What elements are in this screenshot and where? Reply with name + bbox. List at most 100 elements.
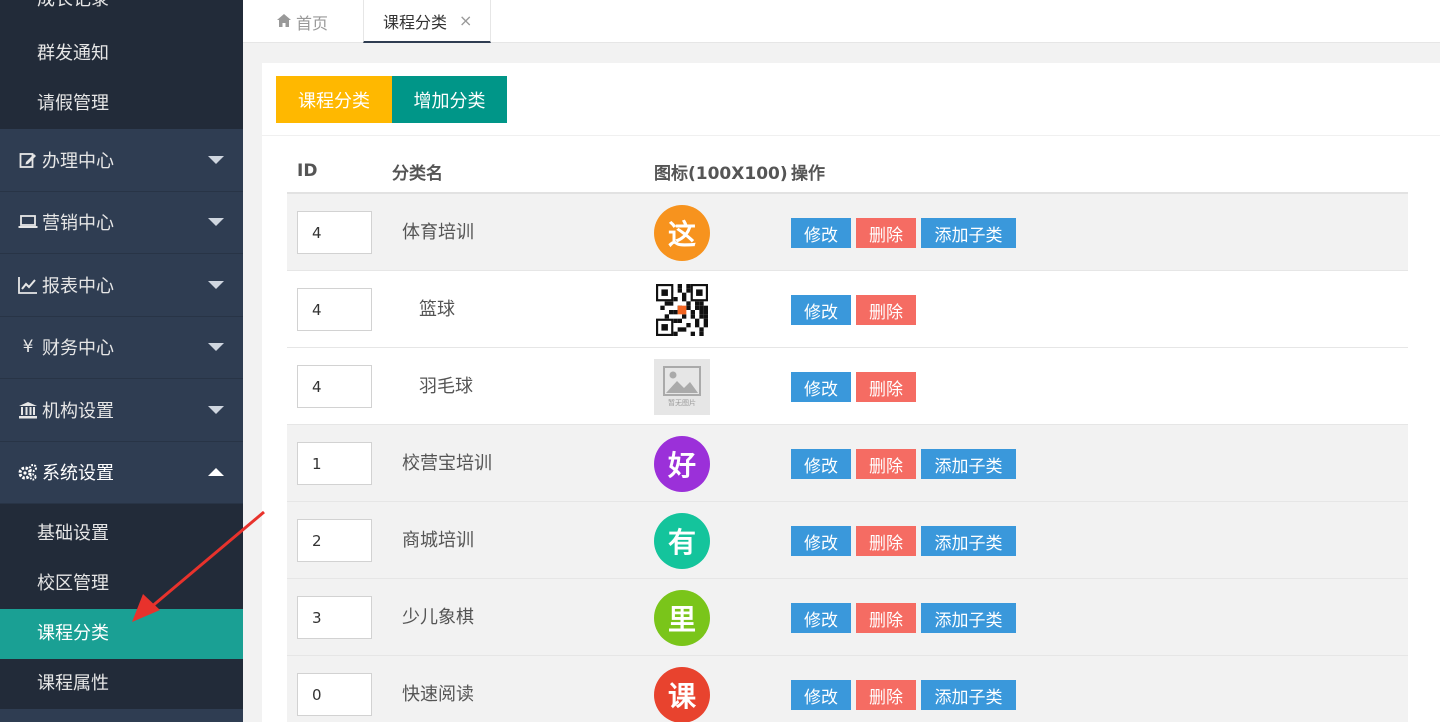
table-row: 校营宝培训 好 修改删除添加子类 xyxy=(287,425,1408,502)
row-actions: 修改 删除 添加子类 xyxy=(791,603,1016,633)
chevron-down-icon xyxy=(208,155,224,164)
tab-label: 首页 xyxy=(296,13,329,33)
category-icon: 有 xyxy=(654,513,710,569)
delete-button[interactable]: 删除 xyxy=(856,449,916,479)
edit-button[interactable]: 修改 xyxy=(791,218,851,248)
category-name: 商城培训 xyxy=(402,530,474,551)
laptop-icon xyxy=(18,214,38,230)
sidebar-menu-label: 报表中心 xyxy=(42,275,114,297)
sidebar-item-label: 基础设置 xyxy=(37,523,109,544)
chevron-up-icon xyxy=(208,468,224,477)
category-name: 羽毛球 xyxy=(419,376,473,397)
category-icon-glyph: 有 xyxy=(667,526,696,559)
sort-id-input[interactable] xyxy=(297,365,372,408)
chevron-down-icon xyxy=(208,280,224,289)
header-id: ID xyxy=(297,161,318,181)
qr-code-icon xyxy=(654,282,710,338)
sidebar-item-group-notice[interactable]: 群发通知 xyxy=(0,29,243,79)
header-operations: 操作 xyxy=(791,163,825,184)
sidebar-item-label: 群发通知 xyxy=(37,43,109,64)
system-settings-submenu: 基础设置 校区管理 课程分类 课程属性 xyxy=(0,504,243,709)
sidebar-menu-marketing[interactable]: 营销中心 xyxy=(0,191,243,254)
sidebar-item-label: 课程属性 xyxy=(37,673,109,694)
sidebar: 成长记录 群发通知 请假管理 办理中心 营销中心 报表中心 ¥ 财务中心 机构设… xyxy=(0,0,243,722)
sidebar-item-course-attributes[interactable]: 课程属性 xyxy=(0,659,243,709)
delete-button[interactable]: 删除 xyxy=(856,526,916,556)
edit-button[interactable]: 修改 xyxy=(791,603,851,633)
row-actions: 修改 删除 xyxy=(791,295,916,325)
add-subcategory-button[interactable]: 添加子类 xyxy=(921,526,1016,556)
edit-button[interactable]: 修改 xyxy=(791,372,851,402)
delete-button[interactable]: 删除 xyxy=(856,680,916,710)
sidebar-menu-organization[interactable]: 机构设置 xyxy=(0,379,243,442)
tab-bar: 首页 课程分类 × xyxy=(243,0,1440,43)
sidebar-menu-label: 营销中心 xyxy=(42,213,114,235)
course-category-button[interactable]: 课程分类 xyxy=(276,76,392,123)
add-subcategory-button[interactable]: 添加子类 xyxy=(921,680,1016,710)
row-actions: 修改 删除 添加子类 xyxy=(791,526,1016,556)
sidebar-menu-office[interactable]: 办理中心 xyxy=(0,129,243,192)
sort-id-input[interactable] xyxy=(297,211,372,254)
category-name: 少儿象棋 xyxy=(402,607,474,628)
sort-id-input[interactable] xyxy=(297,673,372,716)
sidebar-item-course-category[interactable]: 课程分类 xyxy=(0,609,243,659)
sidebar-item-label: 成长记录 xyxy=(37,0,109,10)
edit-button[interactable]: 修改 xyxy=(791,526,851,556)
sidebar-item-leave-management[interactable]: 请假管理 xyxy=(0,79,243,129)
gears-icon xyxy=(18,463,38,481)
bank-icon xyxy=(18,401,38,419)
category-icon: 里 xyxy=(654,590,710,646)
add-subcategory-button[interactable]: 添加子类 xyxy=(921,449,1016,479)
sidebar-menu-label: 系统设置 xyxy=(42,463,114,485)
table-row: 快速阅读 课 修改删除添加子类 xyxy=(287,656,1408,722)
category-name: 篮球 xyxy=(419,299,455,320)
table-body: 体育培训这修改删除添加子类篮球修改删除羽毛球暂无图片修改删除校营宝培训好修改删除… xyxy=(287,194,1408,722)
sidebar-item-growth-record[interactable]: 成长记录 xyxy=(0,0,243,29)
header-icon: 图标(100X100) xyxy=(654,163,788,184)
sidebar-item-campus-management[interactable]: 校区管理 xyxy=(0,559,243,609)
image-placeholder-icon: 暂无图片 xyxy=(654,359,710,415)
toolbar: 课程分类 增加分类 xyxy=(262,63,1440,136)
category-name: 快速阅读 xyxy=(402,684,474,705)
tab-label: 课程分类 xyxy=(383,12,448,32)
sidebar-item-basic-settings[interactable]: 基础设置 xyxy=(0,509,243,559)
sidebar-menu-system-settings[interactable]: 系统设置 xyxy=(0,441,243,504)
close-icon[interactable]: × xyxy=(459,11,472,30)
edit-button[interactable]: 修改 xyxy=(791,295,851,325)
tab-course-category[interactable]: 课程分类 × xyxy=(363,0,491,43)
row-actions: 修改 删除 添加子类 xyxy=(791,218,1016,248)
table-row: 羽毛球暂无图片 修改删除 xyxy=(287,348,1408,425)
add-category-button[interactable]: 增加分类 xyxy=(392,76,507,123)
category-name: 体育培训 xyxy=(402,222,474,243)
table-row: 商城培训 有 修改删除添加子类 xyxy=(287,502,1408,579)
sidebar-menu-finance[interactable]: ¥ 财务中心 xyxy=(0,316,243,379)
delete-button[interactable]: 删除 xyxy=(856,218,916,248)
sidebar-menu-reports[interactable]: 报表中心 xyxy=(0,254,243,317)
delete-button[interactable]: 删除 xyxy=(856,603,916,633)
add-subcategory-button[interactable]: 添加子类 xyxy=(921,218,1016,248)
main-panel: 课程分类 增加分类 ID 分类名 图标(100X100) 操作 体育培训这修改删… xyxy=(262,63,1440,722)
chart-icon xyxy=(18,276,38,294)
sort-id-input[interactable] xyxy=(297,596,372,639)
category-icon: 这 xyxy=(654,205,710,261)
sort-id-input[interactable] xyxy=(297,519,372,562)
sort-id-input[interactable] xyxy=(297,442,372,485)
sidebar-item-label: 校区管理 xyxy=(37,573,109,594)
edit-button[interactable]: 修改 xyxy=(791,449,851,479)
sidebar-menu-label: 机构设置 xyxy=(42,400,114,422)
edit-icon xyxy=(18,151,38,169)
sort-id-input[interactable] xyxy=(297,288,372,331)
row-actions: 修改 删除 xyxy=(791,372,916,402)
yen-icon: ¥ xyxy=(22,337,34,358)
category-icon-glyph: 里 xyxy=(667,603,696,636)
tab-home[interactable]: 首页 xyxy=(277,0,328,43)
add-subcategory-button[interactable]: 添加子类 xyxy=(921,603,1016,633)
delete-button[interactable]: 删除 xyxy=(856,372,916,402)
chevron-down-icon xyxy=(208,405,224,414)
category-icon: 好 xyxy=(654,436,710,492)
delete-button[interactable]: 删除 xyxy=(856,295,916,325)
sidebar-item-label: 请假管理 xyxy=(37,93,109,114)
placeholder-text: 暂无图片 xyxy=(668,399,696,407)
category-name: 校营宝培训 xyxy=(402,453,492,474)
edit-button[interactable]: 修改 xyxy=(791,680,851,710)
